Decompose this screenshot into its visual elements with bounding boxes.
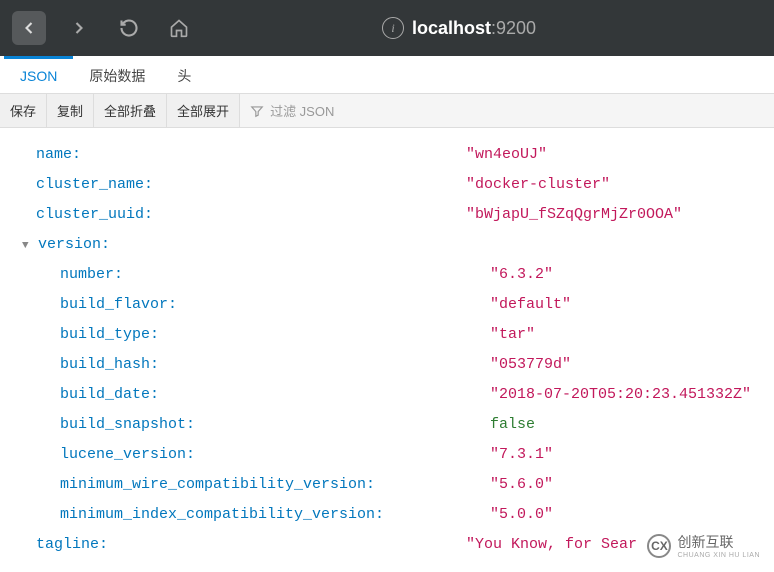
json-value: "default" xyxy=(490,290,571,320)
url-port: :9200 xyxy=(491,18,536,38)
json-key[interactable]: build_snapshot: xyxy=(60,410,195,440)
json-value: "2018-07-20T05:20:23.451332Z" xyxy=(490,380,751,410)
json-value: "You Know, for Sear xyxy=(466,530,637,560)
collapse-all-button[interactable]: 全部折叠 xyxy=(94,94,167,127)
json-value: "053779d" xyxy=(490,350,571,380)
json-body: name: "wn4eoUJ" cluster_name: "docker-clus… xyxy=(0,128,774,572)
json-toolbar: 保存 复制 全部折叠 全部展开 过滤 JSON xyxy=(0,94,774,128)
watermark-main: 创新互联 xyxy=(677,532,760,552)
collapse-caret-icon[interactable]: ▼ xyxy=(22,235,38,257)
address-bar[interactable]: i localhost:9200 xyxy=(382,17,536,39)
json-value: "5.6.0" xyxy=(490,470,553,500)
json-value: false xyxy=(490,410,535,440)
reload-button[interactable] xyxy=(112,11,146,45)
json-value: "wn4eoUJ" xyxy=(466,140,547,170)
json-key[interactable]: cluster_name: xyxy=(36,170,153,200)
home-button[interactable] xyxy=(162,11,196,45)
site-info-icon[interactable]: i xyxy=(382,17,404,39)
url-host: localhost xyxy=(412,18,491,38)
filter-icon xyxy=(250,104,264,118)
json-key[interactable]: version: xyxy=(38,230,110,260)
json-key[interactable]: lucene_version: xyxy=(60,440,195,470)
browser-chrome: i localhost:9200 xyxy=(0,0,774,56)
save-button[interactable]: 保存 xyxy=(0,94,47,127)
json-key[interactable]: name: xyxy=(36,140,81,170)
watermark-logo: CX xyxy=(647,534,671,558)
json-value: "docker-cluster" xyxy=(466,170,610,200)
json-key[interactable]: number: xyxy=(60,260,123,290)
json-value: "5.0.0" xyxy=(490,500,553,530)
filter-placeholder: 过滤 JSON xyxy=(270,101,334,120)
json-key[interactable]: build_hash: xyxy=(60,350,159,380)
json-key[interactable]: tagline: xyxy=(36,530,108,560)
json-key[interactable]: build_type: xyxy=(60,320,159,350)
json-value: "bWjapU_fSZqQgrMjZr0OOA" xyxy=(466,200,682,230)
expand-all-button[interactable]: 全部展开 xyxy=(167,94,240,127)
filter-input[interactable]: 过滤 JSON xyxy=(240,101,774,120)
watermark: CX 创新互联 CHUANG XIN HU LIAN xyxy=(641,528,766,563)
back-button[interactable] xyxy=(12,11,46,45)
json-key[interactable]: build_flavor: xyxy=(60,290,177,320)
json-key[interactable]: minimum_wire_compatibility_version: xyxy=(60,470,375,500)
json-key[interactable]: minimum_index_compatibility_version: xyxy=(60,500,384,530)
json-key[interactable]: build_date: xyxy=(60,380,159,410)
tab-raw[interactable]: 原始数据 xyxy=(73,56,161,93)
json-value: "7.3.1" xyxy=(490,440,553,470)
viewer-tabs: JSON 原始数据 头 xyxy=(0,56,774,94)
forward-button[interactable] xyxy=(62,11,96,45)
json-value: "tar" xyxy=(490,320,535,350)
copy-button[interactable]: 复制 xyxy=(47,94,94,127)
watermark-sub: CHUANG XIN HU LIAN xyxy=(677,552,760,559)
tab-headers[interactable]: 头 xyxy=(161,56,207,93)
json-key[interactable]: cluster_uuid: xyxy=(36,200,153,230)
json-value: "6.3.2" xyxy=(490,260,553,290)
tab-json[interactable]: JSON xyxy=(4,56,73,93)
